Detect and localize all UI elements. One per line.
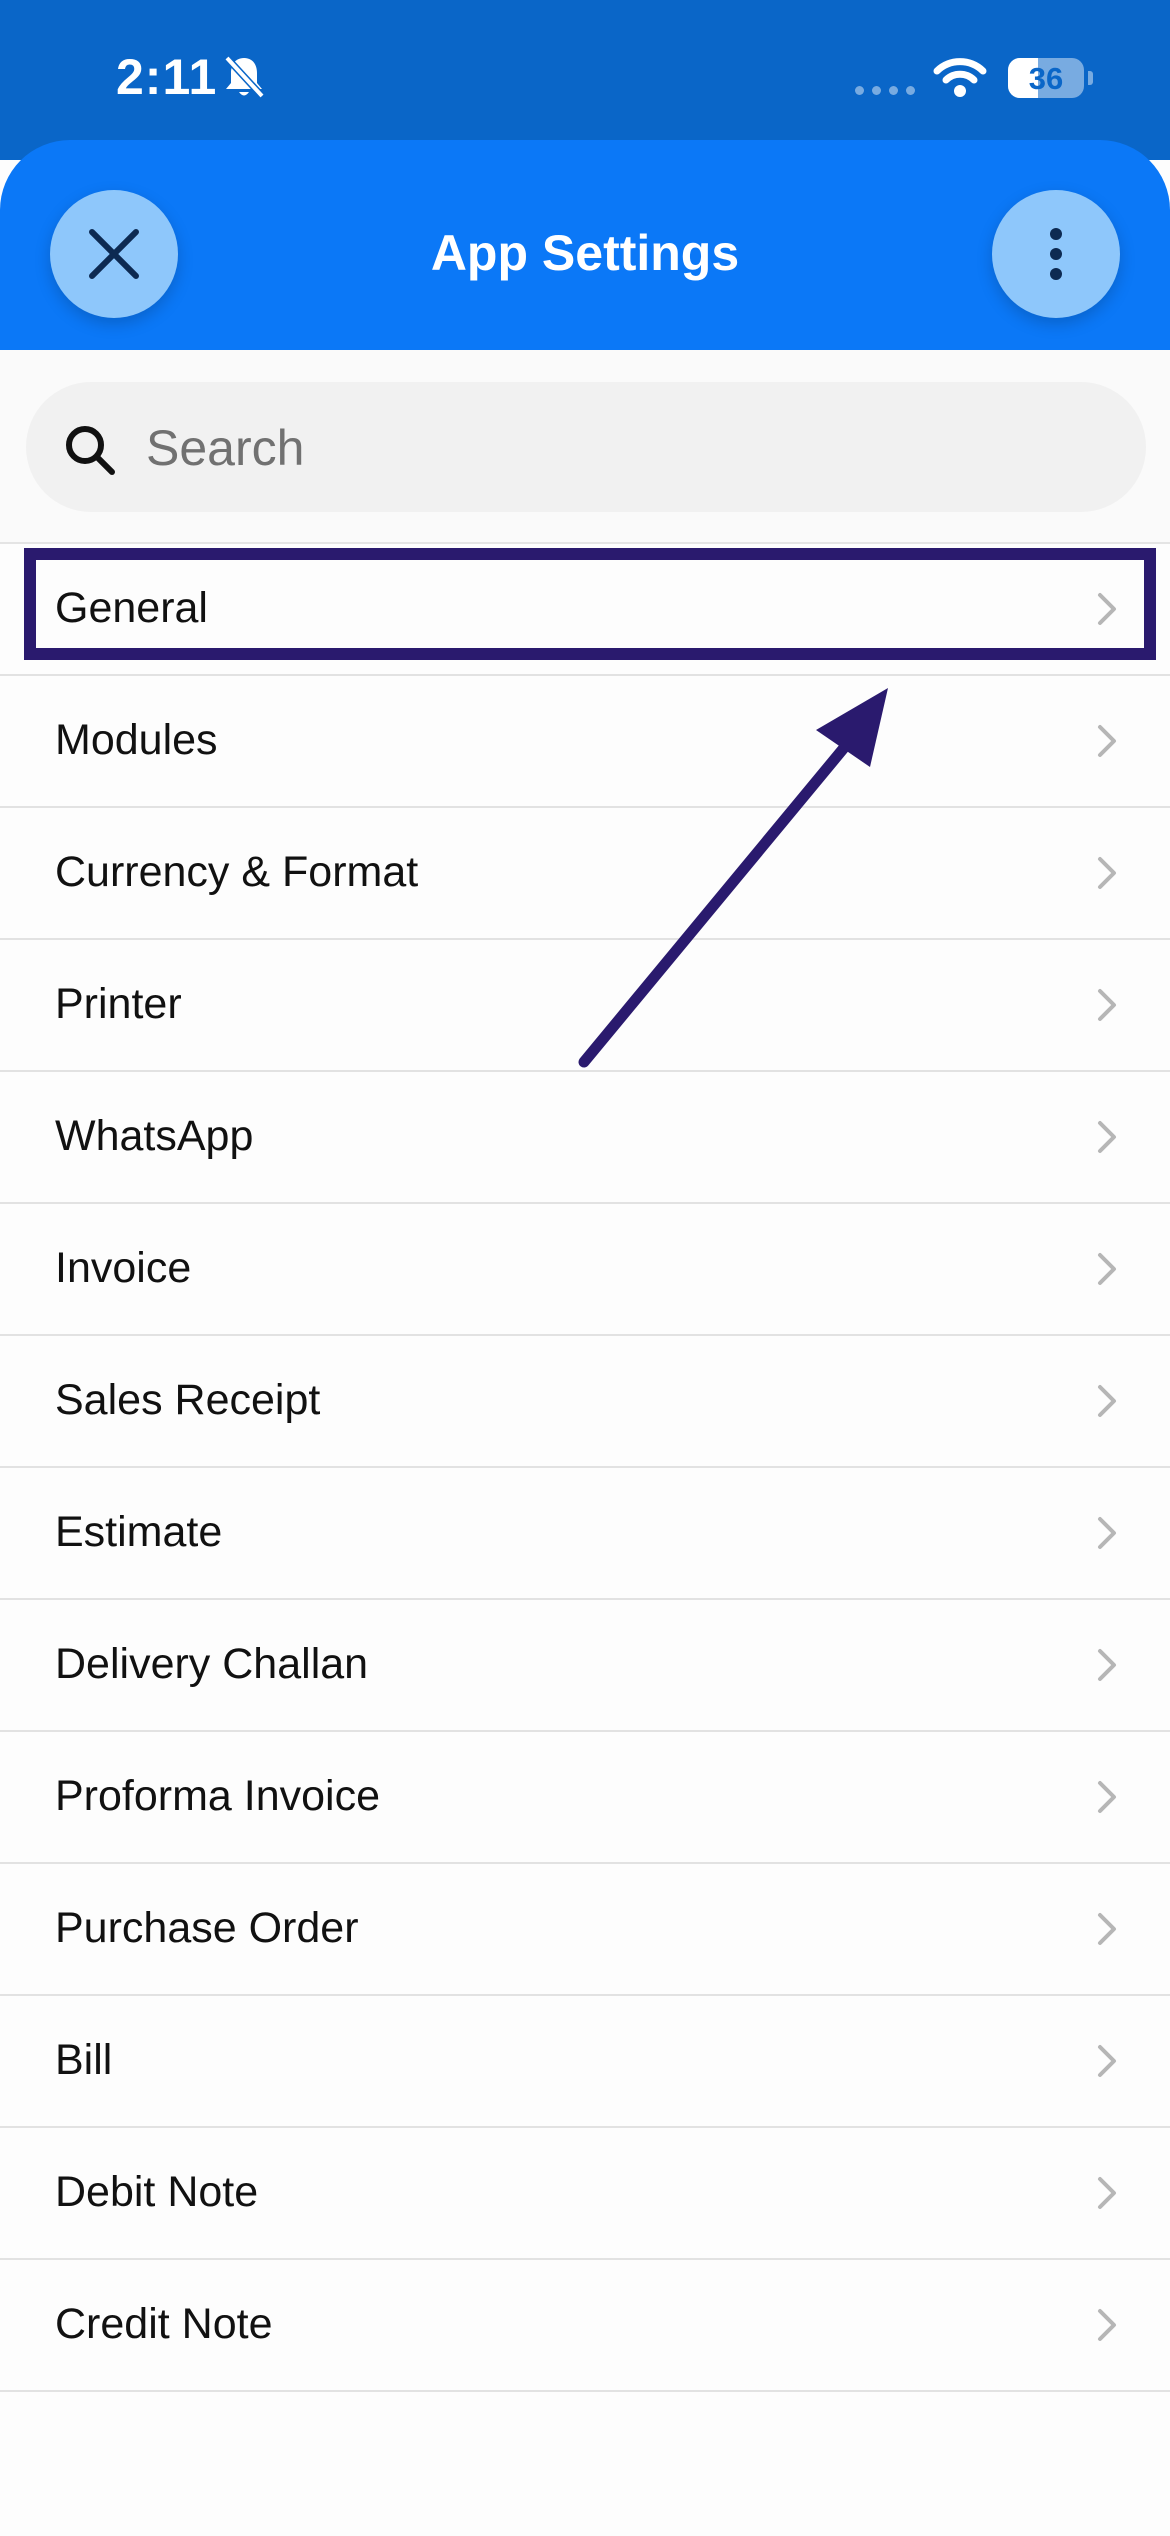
chevron-right-icon: [1098, 1649, 1116, 1681]
settings-item-label: Debit Note: [55, 2168, 259, 2216]
settings-item-label: Credit Note: [55, 2300, 273, 2348]
settings-list: General Modules Currency & Format Printe…: [0, 544, 1170, 2392]
status-bar: 2:11 36: [0, 0, 1170, 160]
bell-slash-icon: [222, 54, 266, 105]
settings-item-label: Estimate: [55, 1508, 223, 1556]
settings-item-label: Invoice: [55, 1244, 192, 1292]
chevron-right-icon: [1098, 1781, 1116, 1813]
chevron-right-icon: [1098, 1121, 1116, 1153]
settings-item-label: Bill: [55, 2036, 113, 2084]
battery-level: 36: [1028, 61, 1064, 96]
search-section: [0, 350, 1170, 544]
chevron-right-icon: [1098, 1913, 1116, 1945]
battery-nub: [1088, 71, 1093, 85]
settings-item-label: Purchase Order: [55, 1904, 359, 1952]
settings-item-purchase-order[interactable]: Purchase Order: [0, 1864, 1170, 1996]
chevron-right-icon: [1098, 2177, 1116, 2209]
signal-icon: [855, 86, 915, 95]
settings-item-proforma-invoice[interactable]: Proforma Invoice: [0, 1732, 1170, 1864]
settings-item-credit-note[interactable]: Credit Note: [0, 2260, 1170, 2392]
chevron-right-icon: [1098, 989, 1116, 1021]
settings-item-delivery-challan[interactable]: Delivery Challan: [0, 1600, 1170, 1732]
chevron-right-icon: [1098, 2045, 1116, 2077]
chevron-right-icon: [1098, 857, 1116, 889]
settings-item-label: Sales Receipt: [55, 1376, 321, 1424]
app-header: App Settings: [0, 140, 1170, 350]
more-vertical-icon: [1050, 228, 1062, 280]
settings-item-bill[interactable]: Bill: [0, 1996, 1170, 2128]
settings-item-printer[interactable]: Printer: [0, 940, 1170, 1072]
wifi-icon: [933, 56, 987, 103]
settings-item-sales-receipt[interactable]: Sales Receipt: [0, 1336, 1170, 1468]
battery-icon: 36: [1008, 58, 1084, 98]
settings-item-label: Modules: [55, 716, 218, 764]
search-bar[interactable]: [26, 382, 1146, 512]
chevron-right-icon: [1098, 593, 1116, 625]
settings-item-label: Proforma Invoice: [55, 1772, 381, 1820]
settings-item-label: Currency & Format: [55, 848, 419, 896]
settings-item-whatsapp[interactable]: WhatsApp: [0, 1072, 1170, 1204]
settings-item-currency-format[interactable]: Currency & Format: [0, 808, 1170, 940]
settings-item-label: General: [55, 584, 208, 632]
chevron-right-icon: [1098, 1517, 1116, 1549]
settings-item-estimate[interactable]: Estimate: [0, 1468, 1170, 1600]
status-time: 2:11: [116, 49, 218, 105]
settings-item-modules[interactable]: Modules: [0, 676, 1170, 808]
settings-item-label: Delivery Challan: [55, 1640, 369, 1688]
settings-item-label: Printer: [55, 980, 182, 1028]
settings-item-general[interactable]: General: [0, 544, 1170, 676]
settings-item-invoice[interactable]: Invoice: [0, 1204, 1170, 1336]
search-icon: [66, 426, 115, 475]
chevron-right-icon: [1098, 1253, 1116, 1285]
chevron-right-icon: [1098, 1385, 1116, 1417]
search-input[interactable]: [144, 412, 1048, 484]
chevron-right-icon: [1098, 2309, 1116, 2341]
chevron-right-icon: [1098, 725, 1116, 757]
settings-item-label: WhatsApp: [55, 1112, 254, 1160]
more-options-button[interactable]: [992, 190, 1120, 318]
settings-item-debit-note[interactable]: Debit Note: [0, 2128, 1170, 2260]
